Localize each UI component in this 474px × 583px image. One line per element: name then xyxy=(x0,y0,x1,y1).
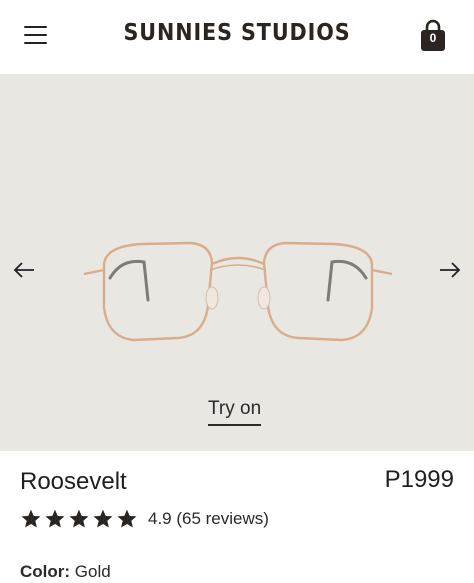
star-icon xyxy=(21,509,41,528)
brand-logo[interactable]: SUNNIES STUDIOS xyxy=(24,20,451,46)
color-label: Color: xyxy=(20,562,71,581)
product-price: P1999 xyxy=(384,466,454,493)
cart-count-badge: 0 xyxy=(429,31,437,45)
star-icon xyxy=(69,509,89,528)
arrow-left-icon[interactable] xyxy=(12,260,36,280)
product-name: Roosevelt xyxy=(20,468,127,495)
color-selection: Color: Gold xyxy=(20,562,111,582)
try-on-button[interactable]: Try on xyxy=(208,398,262,426)
star-icon xyxy=(93,509,113,528)
arrow-right-icon[interactable] xyxy=(438,260,462,280)
product-image-gallery[interactable]: Try on xyxy=(0,74,474,451)
star-icon xyxy=(45,509,65,528)
reviews-link[interactable]: 4.9 (65 reviews) xyxy=(148,509,269,529)
star-rating[interactable] xyxy=(20,508,138,530)
star-icon xyxy=(117,509,137,528)
product-image xyxy=(83,241,393,342)
product-rating: 4.9 (65 reviews) xyxy=(20,506,269,532)
color-value: Gold xyxy=(74,562,111,581)
shopping-bag-icon[interactable]: 0 xyxy=(419,19,447,52)
top-navigation-bar: SUNNIES STUDIOS 0 xyxy=(0,0,474,74)
